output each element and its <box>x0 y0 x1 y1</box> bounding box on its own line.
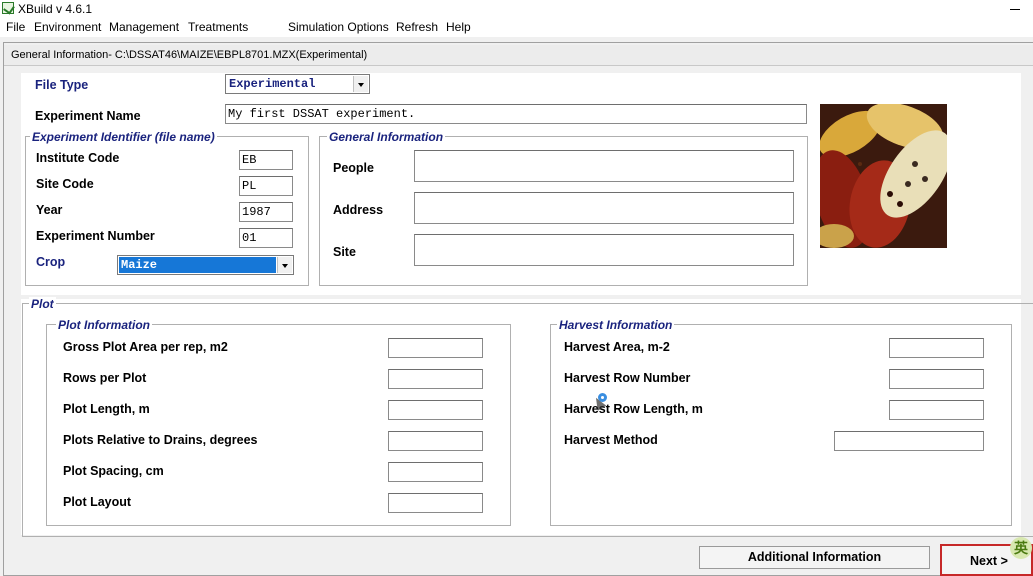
address-label: Address <box>333 203 384 217</box>
harvest-row-length-input[interactable] <box>889 400 984 420</box>
harvest-area-input[interactable] <box>889 338 984 358</box>
experiment-number-input[interactable]: 01 <box>239 228 293 248</box>
window-title: XBuild v 4.6.1 <box>18 2 93 16</box>
menu-management[interactable]: Management <box>109 20 179 34</box>
identifier-legend: Experiment Identifier (file name) <box>30 130 217 144</box>
plot-spacing-input[interactable] <box>388 462 483 482</box>
gross-plot-area-input[interactable] <box>388 338 483 358</box>
experiment-name-input[interactable]: My first DSSAT experiment. <box>225 104 807 124</box>
plots-relative-drains-input[interactable] <box>388 431 483 451</box>
menu-refresh[interactable]: Refresh <box>396 20 438 34</box>
plot-length-label: Plot Length, m <box>63 402 150 416</box>
institute-code-label: Institute Code <box>36 151 120 165</box>
harvest-area-label: Harvest Area, m-2 <box>564 340 670 354</box>
xbuild-app-icon <box>2 2 14 14</box>
corn-photo <box>820 104 947 248</box>
rows-per-plot-input[interactable] <box>388 369 483 389</box>
gross-plot-area-label: Gross Plot Area per rep, m2 <box>63 340 228 354</box>
file-type-select[interactable]: Experimental <box>225 74 370 94</box>
site-code-label: Site Code <box>36 177 94 191</box>
crop-label: Crop <box>36 255 66 269</box>
people-label: People <box>333 161 374 175</box>
child-window-caption: General Information- C:\DSSAT46\MAIZE\EB… <box>4 45 1033 66</box>
crop-value: Maize <box>121 258 158 272</box>
additional-information-button[interactable]: Additional Information <box>699 546 930 569</box>
plot-length-input[interactable] <box>388 400 483 420</box>
harvest-row-number-input[interactable] <box>889 369 984 389</box>
site-label: Site <box>333 245 356 259</box>
plots-relative-drains-label: Plots Relative to Drains, degrees <box>63 433 258 447</box>
plot-layout-label: Plot Layout <box>63 495 132 509</box>
dropdown-arrow-icon[interactable] <box>353 76 368 92</box>
plot-layout-input[interactable] <box>388 493 483 513</box>
rows-per-plot-label: Rows per Plot <box>63 371 147 385</box>
minimize-icon[interactable] <box>1004 0 1028 16</box>
institute-code-input[interactable]: EB <box>239 150 293 170</box>
menu-help[interactable]: Help <box>446 20 471 34</box>
file-type-value: Experimental <box>229 77 316 91</box>
experiment-name-label: Experiment Name <box>35 109 141 123</box>
menu-environment[interactable]: Environment <box>34 20 101 34</box>
ime-indicator[interactable]: 英 <box>1010 537 1032 559</box>
year-input[interactable]: 1987 <box>239 202 293 222</box>
plot-spacing-label: Plot Spacing, cm <box>63 464 164 478</box>
title-bar: XBuild v 4.6.1 <box>0 0 1033 18</box>
harvest-information-legend: Harvest Information <box>557 318 675 332</box>
harvest-row-number-label: Harvest Row Number <box>564 371 691 385</box>
harvest-method-label: Harvest Method <box>564 433 658 447</box>
menu-simulation-options[interactable]: Simulation Options <box>288 20 389 34</box>
plot-legend: Plot <box>29 297 56 311</box>
site-input[interactable] <box>414 234 794 266</box>
harvest-method-input[interactable] <box>834 431 984 451</box>
plot-information-legend: Plot Information <box>56 318 152 332</box>
corn-illustration <box>820 104 947 248</box>
site-code-input[interactable]: PL <box>239 176 293 196</box>
menu-bar: File Environment Management Treatments S… <box>0 18 1033 37</box>
general-information-legend: General Information <box>327 130 446 144</box>
experiment-number-label: Experiment Number <box>36 229 155 243</box>
menu-treatments[interactable]: Treatments <box>188 20 248 34</box>
address-input[interactable] <box>414 192 794 224</box>
crop-select[interactable]: Maize <box>117 255 294 275</box>
caption-text: General Information- C:\DSSAT46\MAIZE\EB… <box>11 49 368 61</box>
file-type-label: File Type <box>35 78 89 92</box>
menu-file[interactable]: File <box>6 20 25 34</box>
dropdown-arrow-icon[interactable] <box>277 257 292 273</box>
harvest-row-length-label: Harvest Row Length, m <box>564 402 703 416</box>
people-input[interactable] <box>414 150 794 182</box>
year-label: Year <box>36 203 63 217</box>
busy-cursor-icon <box>598 393 607 402</box>
